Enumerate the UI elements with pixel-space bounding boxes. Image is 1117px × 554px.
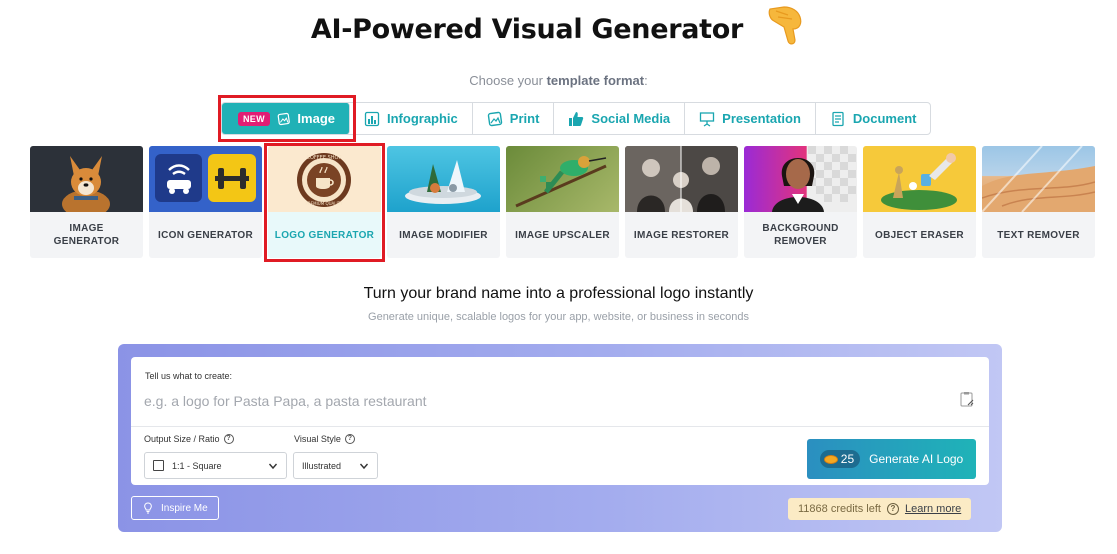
pointing-hand-icon: [768, 5, 802, 44]
tool-image-restorer[interactable]: IMAGE RESTORER: [625, 146, 738, 258]
tab-document-label: Document: [852, 111, 917, 126]
tab-image-label: Image: [297, 111, 335, 126]
format-prompt-suffix: :: [644, 73, 648, 88]
page-title-text: AI-Powered Visual Generator: [310, 14, 744, 45]
form-divider: [131, 426, 989, 427]
tool-label: IMAGE RESTORER: [633, 229, 730, 241]
print-icon: [487, 111, 502, 126]
credits-badge: 11868 credits left ? Learn more: [788, 498, 972, 520]
tool-label: BACKGROUND REMOVER: [762, 223, 839, 247]
tab-social-media-label: Social Media: [591, 111, 671, 126]
style-label: Visual Style ?: [294, 434, 355, 444]
text-remover-thumbnail: [982, 146, 1095, 212]
image-modifier-thumbnail: [387, 146, 500, 212]
intro-headline: Turn your brand name into a professional…: [363, 285, 754, 302]
inspire-me-button[interactable]: Inspire Me: [131, 496, 219, 520]
thumbs-up-icon: [569, 111, 584, 126]
tool-image-generator[interactable]: IMAGE GENERATOR: [30, 146, 143, 258]
tool-label: ICON GENERATOR: [158, 229, 253, 241]
object-eraser-thumbnail: [863, 146, 976, 212]
tab-presentation[interactable]: Presentation: [685, 103, 816, 134]
page-title: AI-Powered Visual Generator: [0, 5, 1117, 47]
generate-label: Generate AI Logo: [869, 452, 964, 466]
prompt-label: Tell us what to create:: [145, 371, 233, 381]
logo-generator-thumbnail: COFFEE SHOP PREMIUM QUALITY: [268, 146, 381, 212]
icon-generator-thumbnail: [149, 146, 262, 212]
document-icon: [832, 111, 844, 126]
tab-presentation-label: Presentation: [722, 111, 801, 126]
tool-label: IMAGE GENERATOR: [53, 223, 120, 247]
image-upscaler-thumbnail: [506, 146, 619, 212]
corgi-thumbnail: [30, 146, 143, 212]
tab-print[interactable]: Print: [473, 103, 555, 134]
style-select-value: Illustrated: [302, 460, 342, 471]
tab-infographic-label: Infographic: [387, 111, 458, 126]
credit-cost-pill: 25: [819, 450, 861, 468]
tool-label: IMAGE MODIFIER: [399, 229, 488, 241]
background-remover-thumbnail: [744, 146, 857, 212]
tab-social-media[interactable]: Social Media: [554, 103, 686, 134]
credits-left: 11868 credits left: [798, 503, 881, 515]
clipboard-resize-icon[interactable]: [959, 391, 975, 407]
generator-form-card: Tell us what to create: Output Size / Ra…: [131, 357, 989, 485]
format-prompt-bold: template format: [546, 73, 645, 88]
help-icon[interactable]: ?: [223, 434, 234, 444]
size-label: Output Size / Ratio ?: [144, 434, 234, 444]
tool-logo-generator[interactable]: COFFEE SHOP PREMIUM QUALITY LOGO GENERATO…: [268, 146, 381, 258]
tool-text-remover[interactable]: TEXT REMOVER: [982, 146, 1095, 258]
square-ratio-icon: [153, 460, 164, 471]
size-label-text: Output Size / Ratio: [144, 434, 220, 444]
bar-chart-icon: [364, 111, 380, 126]
tool-label: LOGO GENERATOR: [268, 212, 381, 258]
credit-cost: 25: [840, 452, 855, 466]
style-select[interactable]: Illustrated: [293, 452, 378, 479]
logo-thumb-top-text: COFFEE SHOP: [307, 155, 342, 161]
tool-image-modifier[interactable]: IMAGE MODIFIER: [387, 146, 500, 258]
chevron-down-icon: [359, 463, 369, 469]
format-prompt-prefix: Choose your: [469, 73, 547, 88]
tool-label: TEXT REMOVER: [997, 229, 1080, 241]
tool-object-eraser[interactable]: OBJECT ERASER: [863, 146, 976, 258]
format-prompt: Choose your template format:: [0, 73, 1117, 88]
tab-document[interactable]: Document: [816, 103, 931, 134]
logo-thumb-bottom-text: PREMIUM QUALITY: [305, 201, 343, 206]
tool-icon-generator[interactable]: ICON GENERATOR: [149, 146, 262, 258]
lightbulb-icon: [144, 502, 152, 514]
generator-panel: Tell us what to create: Output Size / Ra…: [118, 344, 1002, 532]
help-icon[interactable]: ?: [344, 434, 355, 444]
chevron-down-icon: [268, 463, 278, 469]
tab-print-label: Print: [509, 111, 540, 126]
size-select-value: 1:1 - Square: [172, 460, 222, 471]
size-select[interactable]: 1:1 - Square: [144, 452, 287, 479]
page: AI-Powered Visual Generator Choose your …: [0, 0, 1117, 554]
help-icon[interactable]: ?: [886, 503, 899, 515]
style-label-text: Visual Style: [294, 434, 341, 444]
tab-infographic[interactable]: Infographic: [350, 103, 473, 134]
generate-logo-button[interactable]: 25 Generate AI Logo: [807, 439, 976, 479]
intro-subline: Generate unique, scalable logos for your…: [368, 311, 749, 323]
tab-image[interactable]: NEW Image: [222, 103, 350, 134]
new-badge: NEW: [238, 111, 270, 126]
tool-grid: IMAGE GENERATOR ICON GENERATOR COFFEE SH…: [30, 146, 1095, 258]
learn-more-link[interactable]: Learn more: [905, 503, 961, 515]
image-icon: [277, 112, 290, 125]
inspire-label: Inspire Me: [161, 502, 208, 514]
tool-label: OBJECT ERASER: [875, 229, 964, 241]
format-tabs: NEW Image Infographic Print Social Media…: [221, 102, 932, 135]
presentation-icon: [700, 111, 715, 127]
tool-background-remover[interactable]: BACKGROUND REMOVER: [744, 146, 857, 258]
coin-icon: [823, 454, 838, 464]
image-restorer-thumbnail: [625, 146, 738, 212]
prompt-input[interactable]: [144, 388, 944, 414]
tool-label: IMAGE UPSCALER: [515, 229, 610, 241]
tool-image-upscaler[interactable]: IMAGE UPSCALER: [506, 146, 619, 258]
